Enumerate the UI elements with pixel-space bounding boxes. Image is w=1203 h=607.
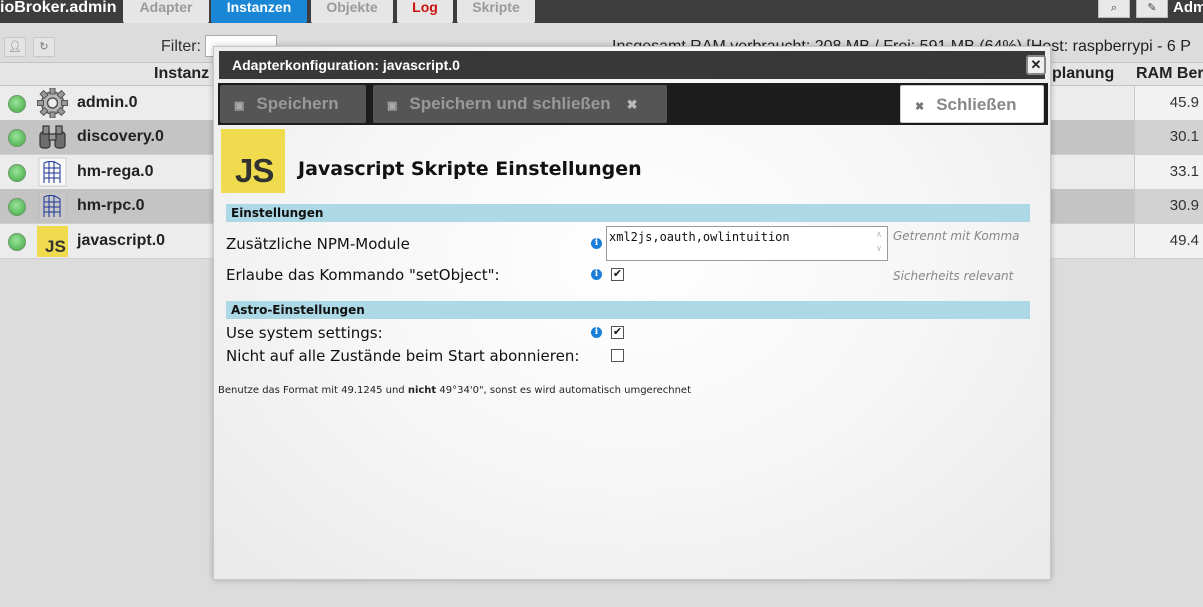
close-button[interactable]: ✖ Schließen	[900, 85, 1044, 123]
save-button-label: Speichern	[256, 94, 339, 113]
format-note: Benutze das Format mit 49.1245 und nicht…	[218, 385, 691, 396]
save-close-button-label: Speichern und schließen	[409, 94, 611, 113]
instance-name: hm-rega.0	[77, 163, 154, 180]
ram-value: 45.9	[1134, 86, 1203, 120]
ram-value: 30.1	[1134, 120, 1203, 154]
tab-instanzen[interactable]: Instanzen	[211, 0, 307, 23]
instance-name: javascript.0	[77, 232, 166, 249]
status-indicator	[8, 233, 26, 251]
floppy-icon: ▣	[234, 100, 245, 112]
no-subscribe-label: Nicht auf alle Zustände beim Start abonn…	[226, 347, 580, 365]
homematic-icon	[38, 191, 67, 221]
npm-modules-hint: Getrennt mit Komma	[893, 229, 1020, 243]
instance-name: admin.0	[77, 94, 138, 111]
npm-modules-label: Zusätzliche NPM-Module	[226, 235, 410, 253]
close-icon: ✖	[626, 97, 638, 112]
close-icon: ✕	[1030, 57, 1042, 72]
npm-modules-input[interactable]: xml2js,oauth,owlintuition ∧ ∨	[606, 226, 888, 261]
ram-value: 33.1	[1134, 155, 1203, 189]
status-indicator	[8, 198, 26, 216]
system-settings-checkbox[interactable]: ✔	[611, 326, 624, 339]
status-indicator	[8, 95, 26, 113]
refresh-button[interactable]: ↻	[33, 37, 55, 57]
close-button-label: Schließen	[936, 95, 1017, 114]
planung-cell	[1050, 224, 1134, 258]
user-filter-button[interactable]: 👤︎	[4, 37, 26, 57]
tab-log[interactable]: Log	[397, 0, 453, 23]
edit-button[interactable]: ✎	[1136, 0, 1168, 18]
textarea-scrollbar[interactable]: ∧ ∨	[873, 228, 885, 259]
status-indicator	[8, 129, 26, 147]
top-bar: ioBroker.admin Adapter Instanzen Objekte…	[0, 0, 1203, 23]
homematic-icon	[38, 157, 67, 187]
app-title: ioBroker.admin	[0, 0, 117, 16]
javascript-logo-text: JS	[235, 152, 274, 189]
close-icon: ✖	[915, 101, 925, 113]
column-instanz[interactable]: Instanz	[154, 65, 209, 83]
dialog-close-button[interactable]: ✕	[1026, 55, 1046, 75]
setobject-checkbox[interactable]: ✔	[611, 268, 624, 281]
setobject-label: Erlaube das Kommando "setObject":	[226, 266, 500, 284]
javascript-icon-label: JS	[45, 237, 66, 256]
format-note-bold: nicht	[407, 385, 437, 396]
user-icon: 👤︎	[8, 41, 22, 53]
column-ram[interactable]: RAM Ber	[1136, 65, 1203, 83]
save-and-close-button[interactable]: ▣ Speichern und schließen ✖	[373, 85, 667, 123]
setobject-hint: Sicherheits relevant	[893, 269, 1014, 283]
binoculars-icon	[39, 125, 66, 149]
info-icon[interactable]: i	[591, 327, 602, 338]
ram-value: 49.4	[1134, 224, 1203, 258]
instance-name: hm-rpc.0	[77, 197, 145, 214]
gear-icon	[37, 88, 68, 118]
format-note-part1: Benutze das Format mit 49.1245 und	[218, 385, 408, 396]
javascript-logo: JS	[221, 129, 285, 193]
javascript-icon: JS	[37, 226, 68, 257]
no-subscribe-checkbox[interactable]	[611, 349, 624, 362]
search-icon: ⌕	[1110, 2, 1118, 14]
section-astro: Astro-Einstellungen	[226, 301, 1030, 319]
settings-heading: Javascript Skripte Einstellungen	[298, 158, 642, 180]
tab-skripte[interactable]: Skripte	[457, 0, 535, 23]
pencil-icon: ✎	[1147, 2, 1157, 14]
tab-objekte[interactable]: Objekte	[311, 0, 393, 23]
planung-cell	[1050, 86, 1134, 120]
refresh-icon: ↻	[39, 41, 49, 53]
info-icon[interactable]: i	[591, 269, 602, 280]
dialog-title: Adapterkonfiguration: javascript.0	[232, 57, 460, 73]
tab-adapter[interactable]: Adapter	[123, 0, 209, 23]
column-planung[interactable]: planung	[1052, 65, 1114, 83]
planung-cell	[1050, 155, 1134, 189]
user-menu[interactable]: Adm	[1173, 0, 1203, 16]
npm-modules-value: xml2js,oauth,owlintuition	[609, 230, 790, 244]
save-button[interactable]: ▣ Speichern	[220, 85, 366, 123]
adapter-config-dialog: Adapterkonfiguration: javascript.0 ✕ ▣ Sp…	[213, 46, 1051, 580]
instance-name: discovery.0	[77, 128, 164, 145]
info-icon[interactable]: i	[591, 238, 602, 249]
system-settings-label: Use system settings:	[226, 324, 383, 342]
filter-label: Filter:	[161, 38, 201, 55]
planung-cell	[1050, 189, 1134, 223]
planung-cell	[1050, 120, 1134, 154]
search-button[interactable]: ⌕	[1098, 0, 1130, 18]
dialog-title-bar[interactable]: Adapterkonfiguration: javascript.0 ✕	[219, 51, 1046, 79]
section-settings: Einstellungen	[226, 204, 1030, 222]
format-note-part2: 49°34'0", sonst es wird automatisch umge…	[436, 385, 692, 396]
status-indicator	[8, 164, 26, 182]
ram-value: 30.9	[1134, 189, 1203, 223]
floppy-icon: ▣	[387, 100, 398, 112]
dialog-toolbar: ▣ Speichern ▣ Speichern und schließen ✖ ✖ Sc…	[218, 83, 1048, 125]
